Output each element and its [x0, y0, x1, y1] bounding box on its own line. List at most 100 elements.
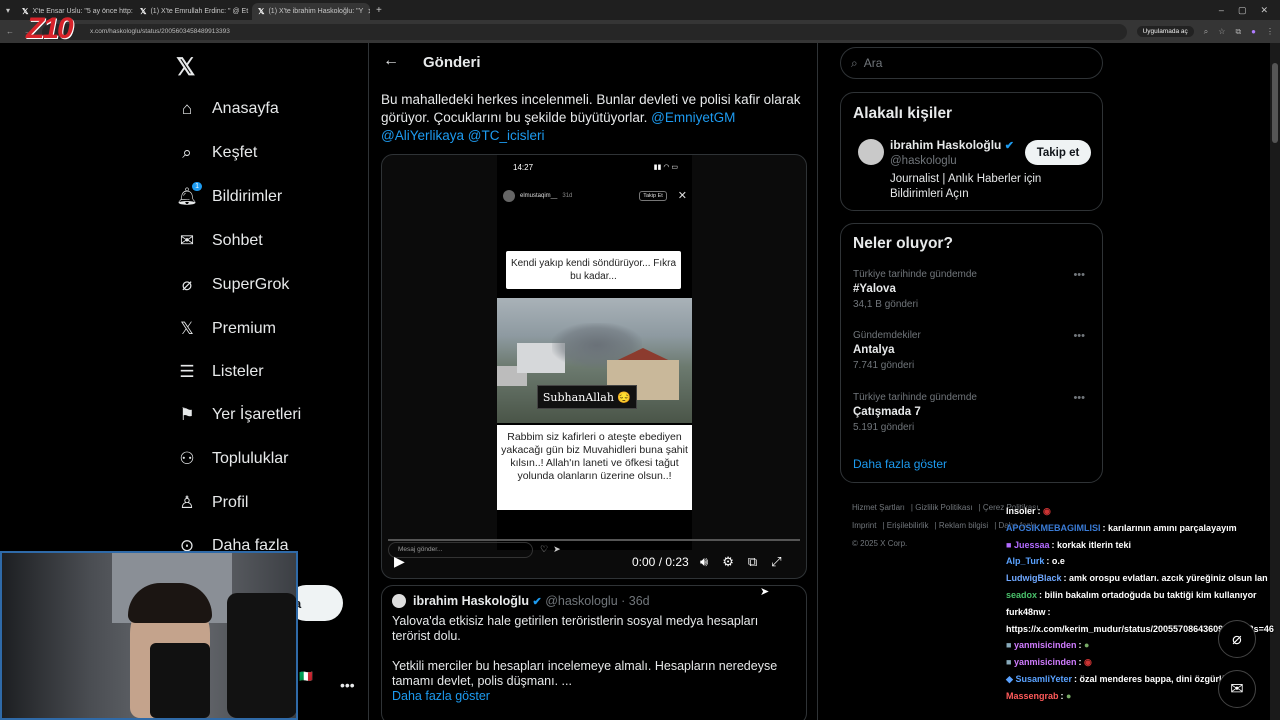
- trend-item[interactable]: Gündemdekiler Antalya 7.741 gönderi •••: [853, 330, 1093, 371]
- story-header: elmustaqim__ 31d Takip Et ✕: [503, 189, 687, 202]
- avatar[interactable]: [392, 594, 406, 608]
- back-arrow-icon[interactable]: ←: [383, 52, 399, 70]
- follow-button[interactable]: Takip et: [1025, 140, 1091, 165]
- back-nav-icon[interactable]: ←: [6, 27, 14, 36]
- author-name: ibrahim Haskoloğlu: [413, 594, 529, 608]
- reply-text: Yalova'da etkisiz hale getirilen teröris…: [392, 614, 792, 704]
- search-icon: ⌕: [851, 55, 858, 70]
- profile-icon[interactable]: ●: [1251, 27, 1256, 36]
- trend-more-icon[interactable]: •••: [1073, 269, 1085, 281]
- messages-floating-button[interactable]: ✉: [1218, 670, 1256, 708]
- minimize-icon[interactable]: –: [1219, 5, 1224, 16]
- trend-count: 34,1 B gönderi: [853, 299, 919, 310]
- footer-link[interactable]: Imprint: [852, 521, 876, 530]
- trend-more-icon[interactable]: •••: [1073, 330, 1085, 342]
- mention-link[interactable]: @TC_icisleri: [468, 128, 545, 143]
- notification-badge: 1: [192, 182, 202, 191]
- nav-premium[interactable]: 𝕏 Premium: [176, 319, 276, 339]
- window-controls: – ▢ ✕: [1219, 5, 1280, 16]
- close-tab-icon[interactable]: ✕: [367, 7, 370, 16]
- fullscreen-icon[interactable]: ⤢: [771, 554, 781, 570]
- nav-label: Sohbet: [212, 232, 263, 249]
- nav-communities[interactable]: ⚇ Topluluklar: [176, 449, 288, 469]
- story-close-icon: ✕: [677, 190, 687, 202]
- x-premium-icon: 𝕏: [180, 319, 194, 338]
- related-name[interactable]: ibrahim Haskoloğlu ✔: [890, 138, 1014, 152]
- chat-line: ■ Juessaa: korkak itlerin teki: [1006, 539, 1132, 550]
- reply-author[interactable]: ibrahim Haskoloğlu ✔ @haskologlu · 36d: [413, 594, 650, 608]
- dock-icon[interactable]: ⧉: [748, 554, 757, 570]
- panel-title: Alakalı kişiler: [853, 105, 953, 122]
- mention-link[interactable]: @AliYerlikaya: [381, 128, 464, 143]
- new-tab-button[interactable]: +: [376, 5, 382, 16]
- account-menu-icon[interactable]: •••: [340, 677, 355, 693]
- trend-item[interactable]: Türkiye tarihinde gündemde #Yalova 34,1 …: [853, 269, 1093, 310]
- x-favicon-icon: 𝕏: [258, 7, 265, 16]
- toolbar-right: Uygulamada aç ⌕ ☆ ⧉ ● ⋮: [1136, 26, 1274, 37]
- footer-link[interactable]: Hizmet Şartları: [852, 503, 905, 512]
- stream-logo: Z10: [26, 12, 74, 45]
- scrollbar-thumb[interactable]: [1272, 63, 1278, 143]
- nav-home[interactable]: ⌂ Anasayfa: [176, 99, 279, 119]
- footer-link[interactable]: Reklam bilgisi: [939, 521, 988, 530]
- verified-icon: ✔: [532, 596, 542, 608]
- show-more-link[interactable]: Daha fazla göster: [853, 457, 947, 471]
- nav-notifications[interactable]: 🔔︎ 1 Bildirimler: [176, 182, 282, 207]
- maximize-icon[interactable]: ▢: [1238, 5, 1247, 16]
- author-handle: @haskologlu · 36d: [545, 594, 650, 608]
- x-favicon-icon: 𝕏: [140, 7, 147, 16]
- zoom-icon[interactable]: ⌕: [1204, 27, 1208, 37]
- browser-tab-active[interactable]: 𝕏(1) X'te ibrahim Haskoloğlu: "Y✕: [252, 3, 371, 20]
- star-icon[interactable]: ☆: [1218, 27, 1225, 36]
- avatar[interactable]: [858, 139, 884, 165]
- verified-icon: ✔: [1004, 140, 1014, 152]
- nav-lists[interactable]: ☰ Listeler: [176, 362, 263, 382]
- nav-profile[interactable]: ♙ Profil: [176, 493, 248, 513]
- close-window-icon[interactable]: ✕: [1260, 5, 1268, 16]
- tab-search-icon[interactable]: ▾: [6, 6, 10, 15]
- x-logo-icon[interactable]: 𝕏: [176, 53, 195, 82]
- show-more-link[interactable]: Daha fazla göster: [392, 689, 490, 703]
- nav-explore[interactable]: ⌕ Keşfet: [176, 143, 257, 163]
- nav-label: Yer İşaretleri: [212, 406, 302, 423]
- settings-icon[interactable]: ⚙: [722, 554, 734, 570]
- webcam-microphone: [150, 643, 210, 718]
- emote-icon: ●: [1066, 690, 1072, 701]
- extensions-icon[interactable]: ⧉: [1235, 27, 1241, 37]
- nav-label: Premium: [212, 320, 277, 337]
- nav-messages[interactable]: ✉ Sohbet: [176, 231, 263, 251]
- chat-user: APOSIKMEBAGIMLISI: [1006, 522, 1101, 533]
- reply-post[interactable]: ibrahim Haskoloğlu ✔ @haskologlu · 36d Y…: [381, 585, 807, 720]
- mention-link[interactable]: @EmniyetGM: [651, 110, 735, 125]
- play-icon[interactable]: ▶: [394, 553, 405, 570]
- grok-floating-button[interactable]: ⌀: [1218, 620, 1256, 658]
- trend-more-icon[interactable]: •••: [1073, 392, 1085, 404]
- trend-item[interactable]: Türkiye tarihinde gündemde Çatışmada 7 5…: [853, 392, 1093, 433]
- browser-tab[interactable]: 𝕏(1) X'te Emrullah Erdinc: " @ Et✕: [134, 3, 252, 20]
- open-in-app-pill[interactable]: Uygulamada aç: [1136, 26, 1194, 37]
- story-avatar: [503, 189, 515, 202]
- volume-icon[interactable]: 🔊︎: [700, 554, 708, 570]
- footer-link[interactable]: Gizlilik Politikası: [915, 503, 972, 512]
- chat-line: LudwigBlack: amk orospu evlatları. azcık…: [1006, 573, 1268, 584]
- nav-label: SuperGrok: [212, 276, 290, 293]
- browser-addressbar: ← → x.com/haskologlu/status/200560345848…: [0, 20, 1280, 43]
- menu-dots-icon[interactable]: ⋮: [1266, 27, 1274, 36]
- story-user: elmustaqim__: [520, 192, 558, 199]
- search-input[interactable]: ⌕ Ara: [840, 47, 1103, 79]
- nav-bookmarks[interactable]: ⚑ Yer İşaretleri: [176, 405, 301, 425]
- video-progress-bar[interactable]: [388, 539, 800, 541]
- url-field[interactable]: x.com/haskologlu/status/2005603458489913…: [42, 23, 1127, 40]
- badge-icon: ■: [1006, 657, 1012, 668]
- caption-top: Kendi yakıp kendi söndürüyor... Fıkra bu…: [506, 251, 681, 289]
- chat-message: karılarının amını parçalayayım: [1108, 522, 1237, 533]
- chat-user: Massengrab: [1006, 690, 1059, 701]
- video-player[interactable]: 14:27 ▮▮ ◠ ▭ elmustaqim__ 31d Takip Et ✕…: [381, 154, 807, 579]
- nav-grok[interactable]: ⌀ SuperGrok: [176, 275, 290, 295]
- related-people-panel: Alakalı kişiler ibrahim Haskoloğlu ✔ @ha…: [840, 92, 1103, 211]
- emote-icon: ●: [1083, 640, 1090, 651]
- webcam-chair: [227, 593, 296, 718]
- phone-time: 14:27: [513, 163, 534, 172]
- bookmark-icon: ⚑: [179, 405, 195, 424]
- footer-link[interactable]: Erişilebilirlik: [887, 521, 929, 530]
